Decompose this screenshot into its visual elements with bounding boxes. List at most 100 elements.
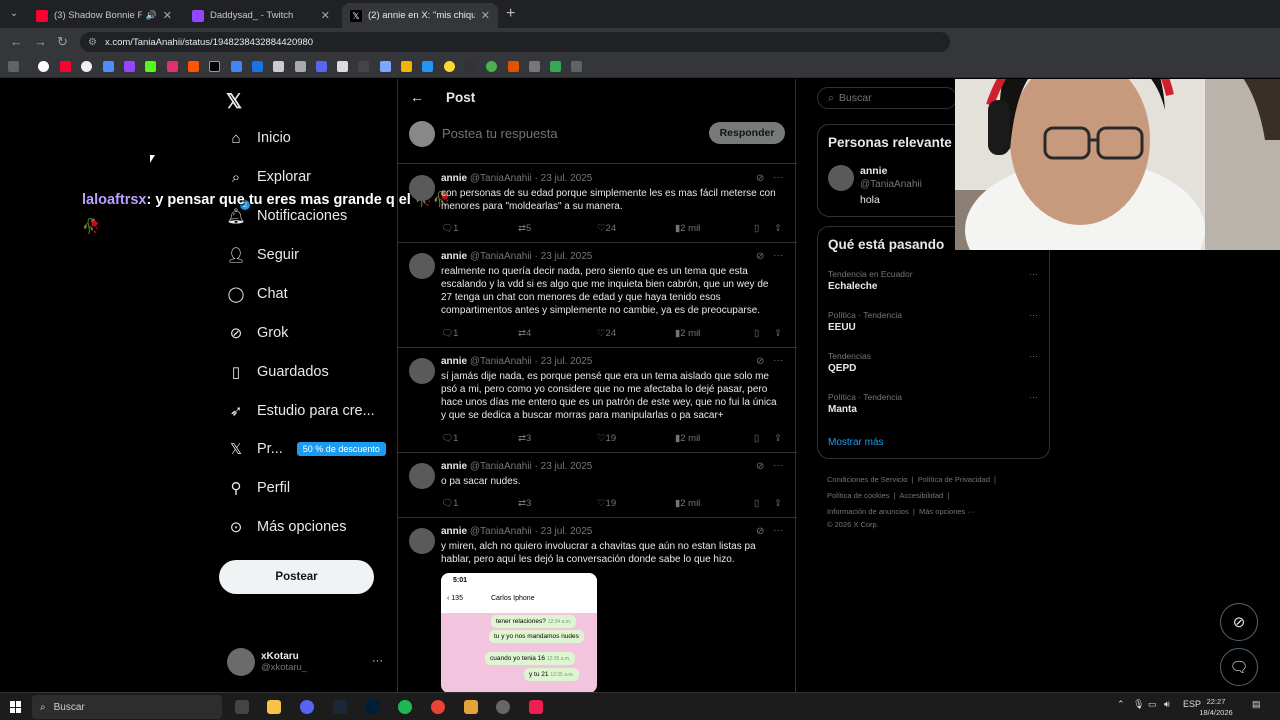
back-arrow-icon[interactable]: ← [10, 34, 23, 49]
footer-link[interactable]: Más opciones ··· [919, 507, 975, 516]
close-tab-icon[interactable]: ✕ [481, 9, 490, 22]
bookmark-translate-icon[interactable] [231, 61, 242, 72]
share-icon[interactable]: ⇪ [774, 433, 782, 444]
bookmark-notion-icon[interactable] [337, 61, 348, 72]
grok-icon[interactable]: ⊘ [756, 356, 764, 367]
footer-link[interactable]: Política de Privacidad [918, 475, 990, 484]
footer-link[interactable]: Accesibilidad [899, 491, 943, 500]
tweet-media-image[interactable]: 5:01 ‹ 135 Carlos Iphone tener relacione… [441, 573, 597, 692]
bookmark-icon[interactable] [380, 61, 391, 72]
network-icon[interactable]: ▭ [1148, 699, 1157, 710]
like-action[interactable]: ♡ 24 [597, 223, 616, 234]
volume-icon[interactable]: 🔊︎ [1164, 699, 1170, 710]
close-tab-icon[interactable]: ✕ [163, 9, 172, 22]
footer-link[interactable]: Condiciones de Servicio [827, 475, 907, 484]
site-info-icon[interactable]: ⚙ [88, 37, 97, 48]
reload-icon[interactable]: ↻ [57, 34, 68, 50]
reply-action[interactable]: 🗨︎ 1 [441, 328, 458, 339]
bookmark-icon[interactable] [508, 61, 519, 72]
views-action[interactable]: ▮ 2 mil [675, 498, 700, 509]
account-switcher[interactable]: xKotaru @xkotaru_ [227, 648, 307, 676]
more-icon[interactable]: ··· [773, 525, 783, 536]
speaker-icon[interactable]: 🔊 [146, 10, 157, 21]
windows-start-icon[interactable] [10, 701, 22, 713]
browser-tab-x[interactable]: 𝕏 (2) annie en X: "mis chiquillas q ✕ [342, 3, 498, 28]
views-action[interactable]: ▮ 2 mil [675, 223, 700, 234]
bookmark-icon[interactable] [529, 61, 540, 72]
taskbar-search-input[interactable]: ⌕ Buscar [32, 695, 222, 719]
messages-fab-icon[interactable]: 🗨︎ [1220, 648, 1258, 686]
footer-link[interactable]: Información de anuncios [827, 507, 909, 516]
bookmark-icon[interactable]: ▯ [754, 223, 759, 234]
taskbar-app-icon[interactable] [235, 700, 249, 714]
bookmark-icon[interactable] [358, 61, 369, 72]
trend-item[interactable]: Tendencias QEPD ··· [828, 351, 1038, 374]
repost-action[interactable]: ⇄ 3 [518, 498, 531, 509]
photoshop-icon[interactable] [366, 700, 380, 714]
grok-icon[interactable]: ⊘ [756, 526, 764, 537]
grok-icon[interactable]: ⊘ [756, 251, 764, 262]
more-icon[interactable]: ··· [773, 250, 783, 261]
sidebar-item-estudio[interactable]: ➶ Estudio para cre... [227, 399, 375, 423]
bookmark-icon[interactable] [252, 61, 263, 72]
sidebar-item-inicio[interactable]: ⌂ Inicio [227, 126, 290, 150]
notifications-icon[interactable]: ▤ [1252, 699, 1261, 710]
sidebar-item-chat[interactable]: ◯ Chat [227, 282, 288, 306]
grok-fab-icon[interactable]: ⊘ [1220, 603, 1258, 641]
bookmark-icon[interactable]: ▯ [754, 328, 759, 339]
share-icon[interactable]: ⇪ [774, 498, 782, 509]
discord-icon[interactable] [300, 700, 314, 714]
sidebar-item-grok[interactable]: ⊘ Grok [227, 321, 289, 345]
bookmark-twitch-icon[interactable] [124, 61, 135, 72]
back-arrow-icon[interactable]: ← [410, 89, 424, 105]
bookmark-soundcloud-icon[interactable] [188, 61, 199, 72]
file-explorer-icon[interactable] [267, 700, 281, 714]
spotify-icon[interactable] [398, 700, 412, 714]
bookmark-sheets-icon[interactable] [550, 61, 561, 72]
bookmark-google-icon[interactable] [38, 61, 49, 72]
bookmark-icon[interactable] [486, 61, 497, 72]
more-icon[interactable]: ··· [773, 355, 783, 366]
sidebar-item-mas-opciones[interactable]: ⊙ Más opciones [227, 515, 347, 539]
reply-action[interactable]: 🗨︎ 1 [441, 498, 458, 509]
bookmark-youtube-icon[interactable] [60, 61, 71, 72]
more-icon[interactable]: ··· [1029, 310, 1038, 320]
account-more-icon[interactable]: ··· [372, 655, 383, 667]
bookmark-kick-icon[interactable] [145, 61, 156, 72]
repost-action[interactable]: ⇄ 4 [518, 328, 531, 339]
repost-action[interactable]: ⇄ 5 [518, 223, 531, 234]
sidebar-item-explorar[interactable]: ⌕ Explorar [227, 165, 311, 189]
bookmark-icon[interactable] [273, 61, 284, 72]
apps-icon[interactable] [8, 61, 19, 72]
bookmark-icon[interactable] [444, 61, 455, 72]
bookmark-icon[interactable] [571, 61, 582, 72]
bookmark-icon[interactable] [401, 61, 412, 72]
bookmark-icon[interactable] [422, 61, 433, 72]
show-more-link[interactable]: Mostrar más [828, 437, 884, 448]
bookmark-instagram-icon[interactable] [167, 61, 178, 72]
share-icon[interactable]: ⇪ [774, 223, 782, 234]
bookmark-icon[interactable] [465, 61, 476, 72]
sidebar-item-perfil[interactable]: ⚲ Perfil [227, 476, 291, 500]
bookmark-icon[interactable] [316, 61, 327, 72]
more-icon[interactable]: ··· [1029, 269, 1038, 279]
browser-tab-youtube[interactable]: (3) Shadow Bonnie Full Mu 🔊 ✕ [28, 3, 180, 28]
reply-button[interactable]: Responder [709, 122, 785, 144]
tab-search-dropdown-icon[interactable]: ⌄ [6, 6, 22, 22]
taskbar-clock[interactable]: 22:27 18/4/2026 [1196, 696, 1236, 718]
steam-icon[interactable] [333, 700, 347, 714]
more-icon[interactable]: ··· [773, 460, 783, 471]
bookmark-icon[interactable]: ▯ [754, 433, 759, 444]
reply-action[interactable]: 🗨︎ 1 [441, 223, 458, 234]
relevant-name[interactable]: annie [860, 165, 887, 177]
sidebar-item-seguir[interactable]: 👤︎ Seguir [226, 243, 298, 267]
like-action[interactable]: ♡ 19 [597, 433, 616, 444]
share-icon[interactable]: ⇪ [774, 328, 782, 339]
reply-action[interactable]: 🗨︎ 1 [441, 433, 458, 444]
x-logo-icon[interactable]: 𝕏 [226, 89, 242, 114]
reply-input[interactable]: Postea tu respuesta [442, 126, 558, 141]
trend-item[interactable]: Tendencia en Ecuador Echaleche ··· [828, 269, 1038, 292]
like-action[interactable]: ♡ 19 [597, 498, 616, 509]
bookmark-icon[interactable] [295, 61, 306, 72]
repost-action[interactable]: ⇄ 3 [518, 433, 531, 444]
